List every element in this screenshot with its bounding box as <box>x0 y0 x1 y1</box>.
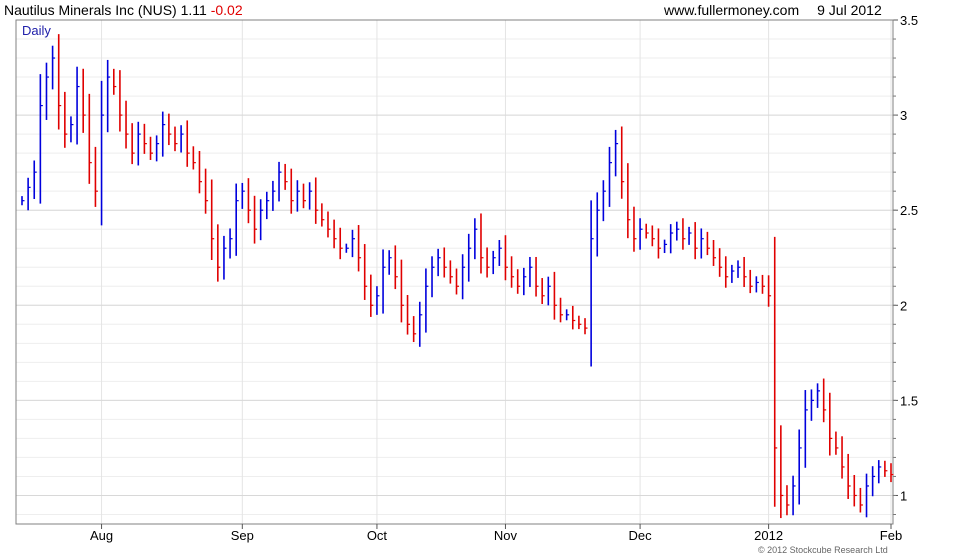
x-tick-label: Sep <box>231 528 254 543</box>
x-tick-label: 2012 <box>754 528 783 543</box>
y-tick-label: 3.5 <box>900 13 918 28</box>
y-tick-label: 2.5 <box>900 203 918 218</box>
y-tick-label: 1 <box>900 488 907 503</box>
y-tick-label: 2 <box>900 298 907 313</box>
y-tick-label: 1.5 <box>900 393 918 408</box>
y-tick-label: 3 <box>900 108 907 123</box>
copyright-notice: © 2012 Stockcube Research Ltd <box>758 545 888 555</box>
price-chart: 11.522.533.5AugSepOctNovDec2012FebMarApr… <box>15 13 918 543</box>
x-tick-label: Feb <box>880 528 902 543</box>
x-tick-label: Oct <box>367 528 388 543</box>
period-label: Daily <box>22 23 51 38</box>
x-tick-label: Aug <box>90 528 113 543</box>
x-tick-label: Nov <box>494 528 518 543</box>
x-tick-label: Dec <box>629 528 653 543</box>
